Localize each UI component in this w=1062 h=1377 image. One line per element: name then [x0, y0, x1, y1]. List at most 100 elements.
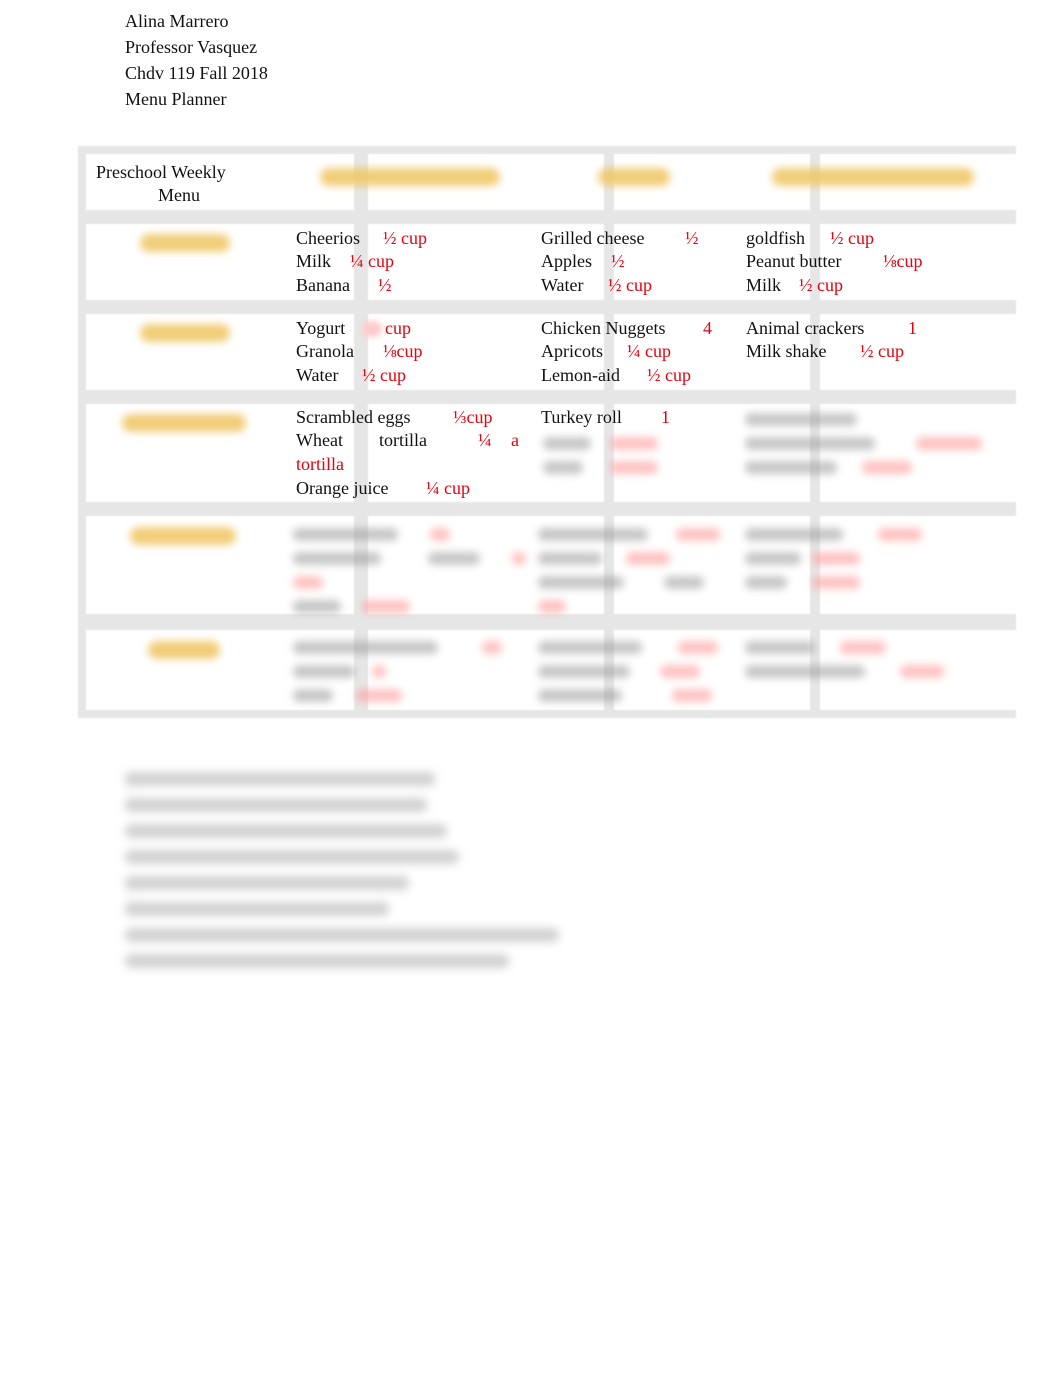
- student-name: Alina Marrero: [125, 11, 229, 31]
- obscured-text: [610, 461, 658, 474]
- food-quantity: ½ cup: [830, 228, 874, 248]
- table-title-line-1: Preschool Weekly: [96, 162, 226, 182]
- row-header-obscured: [140, 324, 230, 342]
- obscured-text: [676, 528, 720, 541]
- obscured-note-line: [125, 876, 409, 890]
- food-name: Scrambled eggs: [296, 407, 411, 427]
- food-quantity: 1: [908, 318, 917, 338]
- obscured-text: [543, 437, 591, 450]
- food-quantity: ⅓cup: [453, 407, 493, 427]
- obscured-text: [745, 437, 875, 450]
- menu-item: Orange juice ¼ cup: [296, 477, 520, 500]
- obscured-text: [745, 528, 843, 541]
- obscured-text: [745, 641, 815, 654]
- food-name: Yogurt: [296, 318, 346, 338]
- food-quantity: ½: [611, 251, 625, 272]
- obscured-text: [840, 641, 886, 654]
- obscured-text: [678, 641, 718, 654]
- food-quantity: ¼ cup: [350, 251, 394, 272]
- menu-item-wrap: tortilla: [296, 453, 520, 476]
- obscured-text: [293, 552, 381, 565]
- food-name: Water: [541, 274, 584, 295]
- food-name: Peanut butter: [746, 251, 842, 272]
- food-name: Milk: [296, 251, 332, 272]
- table-title: Preschool Weekly Menu: [96, 161, 236, 207]
- assignment-title: Menu Planner: [125, 89, 227, 109]
- obscured-text: [900, 665, 944, 678]
- obscured-text: [745, 461, 837, 474]
- food-name-continued: tortilla: [379, 430, 427, 451]
- column-header-obscured: [320, 168, 500, 186]
- food-quantity: ⅛cup: [883, 251, 923, 272]
- obscured-text: [538, 600, 566, 613]
- obscured-text: [660, 665, 700, 678]
- obscured-note-line: [125, 928, 559, 942]
- obscured-text: [538, 689, 622, 702]
- obscured-text: [812, 552, 860, 565]
- food-name: Grilled cheese: [541, 228, 645, 248]
- food-name: Wheat: [296, 430, 343, 451]
- obscured-text: [745, 552, 801, 565]
- food-quantity: 4: [703, 318, 712, 338]
- food-name: Lemon-aid: [541, 364, 620, 385]
- obscured-note-line: [125, 798, 427, 812]
- food-name: Apples: [541, 251, 592, 272]
- obscured-note-line: [125, 772, 435, 786]
- food-name: Animal crackers: [746, 318, 865, 338]
- obscured-text: [862, 461, 912, 474]
- professor-name: Professor Vasquez: [125, 37, 258, 57]
- course-info: Chdv 119 Fall 2018: [125, 63, 268, 83]
- obscured-quantity: [362, 321, 382, 337]
- obscured-text: [745, 576, 787, 589]
- food-name: Granola: [296, 341, 354, 362]
- food-quantity: ½ cup: [860, 341, 904, 362]
- food-name: Milk: [746, 274, 782, 295]
- obscured-text: [538, 552, 602, 565]
- food-quantity: ¼: [478, 430, 492, 451]
- obscured-text: [293, 689, 333, 702]
- food-name: Turkey roll: [541, 407, 622, 427]
- obscured-text: [610, 437, 658, 450]
- obscured-text: [626, 552, 670, 565]
- obscured-text: [672, 689, 712, 702]
- obscured-text: [538, 665, 630, 678]
- obscured-text: [293, 600, 341, 613]
- obscured-text: [664, 576, 704, 589]
- menu-item: Wheat tortilla ¼ a: [296, 429, 520, 453]
- food-name: Orange juice: [296, 477, 389, 498]
- food-name: Apricots: [541, 341, 603, 362]
- row-header-obscured: [148, 641, 220, 659]
- food-quantity: cup: [385, 318, 411, 338]
- obscured-text: [538, 641, 642, 654]
- menu-cell-r3-c1: Scrambled eggs ⅓cup Wheat tortilla ¼ a torti…: [296, 406, 520, 500]
- food-quantity: ½ cup: [799, 274, 843, 295]
- food-name: Cheerios: [296, 228, 360, 248]
- food-name: goldfish: [746, 228, 806, 248]
- obscured-text: [512, 552, 526, 565]
- row-header-obscured: [122, 414, 246, 432]
- obscured-text: [543, 461, 583, 474]
- food-quantity: ¼ cup: [426, 477, 470, 498]
- row-header-obscured: [140, 234, 230, 252]
- obscured-text: [293, 576, 323, 589]
- obscured-note-line: [125, 954, 509, 968]
- food-quantity: 1: [661, 407, 670, 427]
- food-quantity: ¼ cup: [627, 341, 671, 362]
- obscured-text: [538, 528, 648, 541]
- obscured-text: [916, 437, 982, 450]
- obscured-text: [430, 528, 450, 541]
- food-name: Milk shake: [746, 341, 827, 362]
- food-quantity: ½: [378, 274, 392, 295]
- obscured-text: [538, 576, 624, 589]
- document-header: Alina Marrero Professor Vasquez Chdv 119…: [125, 8, 268, 112]
- obscured-note-line: [125, 824, 447, 838]
- column-header-obscured: [772, 168, 974, 186]
- obscured-text: [293, 641, 438, 654]
- obscured-text: [812, 576, 860, 589]
- food-quantity: ½: [685, 228, 699, 248]
- food-name: Chicken Nuggets: [541, 318, 666, 338]
- obscured-text: [745, 665, 865, 678]
- obscured-note-line: [125, 902, 389, 916]
- row-header-obscured: [130, 527, 236, 545]
- food-quantity: ⅛cup: [383, 341, 423, 362]
